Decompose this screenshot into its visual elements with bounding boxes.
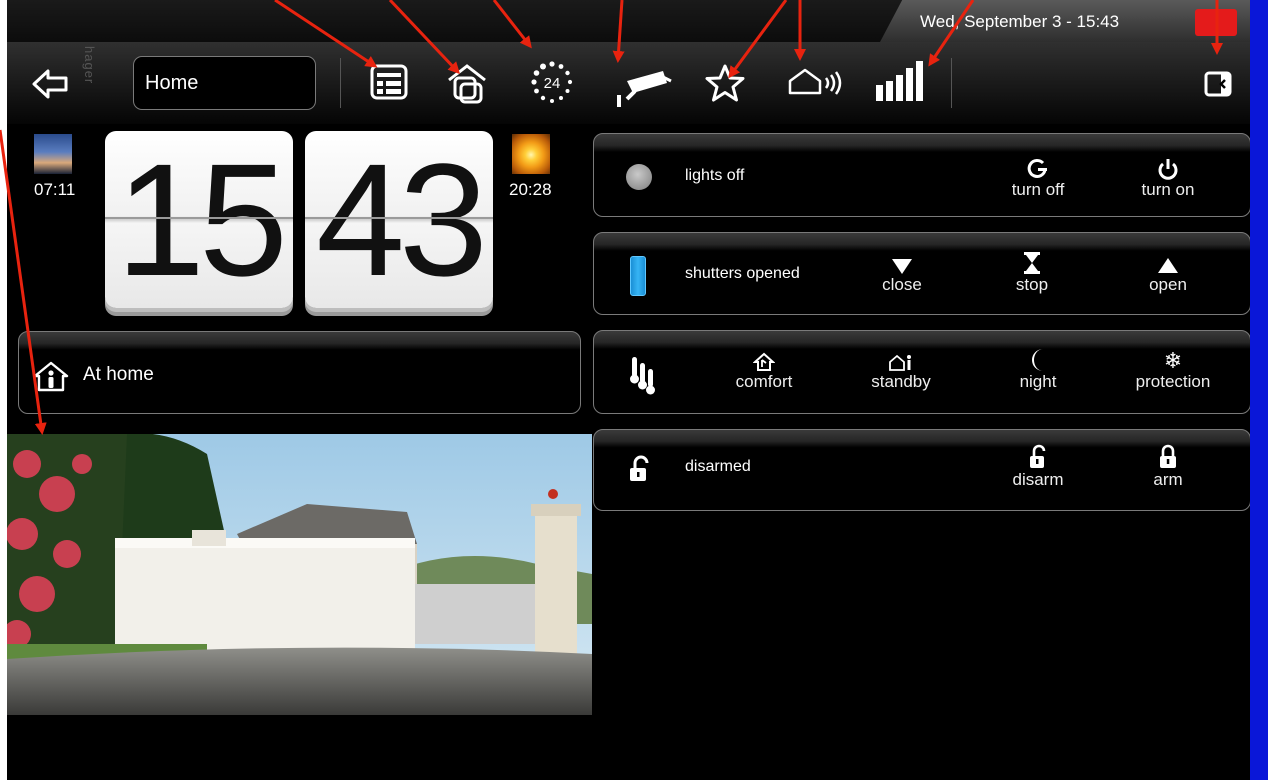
annotation-arrows — [0, 0, 1223, 435]
